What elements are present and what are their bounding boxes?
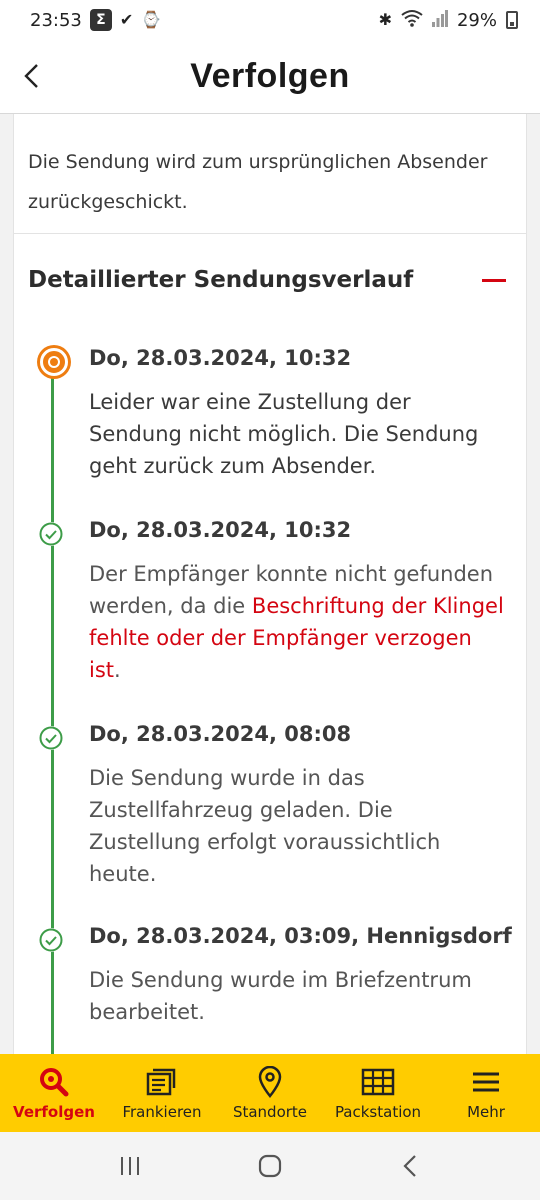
battery-icon <box>506 11 518 29</box>
back-arrow-icon <box>403 1155 416 1177</box>
nav-item-frankieren[interactable]: Frankieren <box>108 1054 216 1132</box>
chevron-left-icon <box>24 64 38 88</box>
nav-label: Standorte <box>232 1103 308 1121</box>
system-navigation-bar <box>0 1132 540 1200</box>
menu-icon <box>469 1065 503 1099</box>
page-title: Verfolgen <box>190 57 350 95</box>
current-status-icon <box>40 348 68 376</box>
search-icon <box>37 1065 71 1099</box>
wifi-icon <box>401 9 423 32</box>
event-date: Do, 28.03.2024, 10:32 <box>89 346 352 370</box>
home-button[interactable] <box>240 1141 300 1191</box>
bluetooth-icon: ✱ <box>378 10 392 29</box>
check-circle-icon <box>39 928 63 952</box>
event-description-suffix: . <box>114 658 121 682</box>
event-date: Do, 28.03.2024, 10:32 <box>89 518 352 542</box>
packstation-icon <box>361 1065 395 1099</box>
back-button[interactable] <box>12 56 52 96</box>
sigma-icon: Σ <box>89 9 112 31</box>
system-back-button[interactable] <box>380 1141 440 1191</box>
event-description: Die Sendung wurde im Briefzentrum bearbe… <box>89 968 472 1024</box>
nav-label: Verfolgen <box>13 1103 95 1121</box>
collapse-minus-icon[interactable] <box>480 268 508 292</box>
status-bar-left: 23:53 Σ ✔ ⌚ <box>30 9 161 31</box>
battery-percent: 29% <box>456 9 497 31</box>
check-icon: ✔ <box>119 10 134 29</box>
recent-apps-button[interactable] <box>100 1141 160 1191</box>
event-date: Do, 28.03.2024, 03:09, Hennigsdorf <box>89 924 512 948</box>
app-bar: Verfolgen <box>0 40 540 114</box>
nav-label: Frankieren <box>122 1103 202 1121</box>
home-icon <box>258 1154 282 1178</box>
check-circle-icon <box>39 522 63 546</box>
stamp-icon <box>145 1065 179 1099</box>
event-description: Die Sendung wurde in das Zustellfahrzeug… <box>89 766 441 886</box>
status-time: 23:53 <box>30 9 82 31</box>
bottom-navigation: Verfolgen Frankieren Standorte Packstati… <box>0 1054 540 1132</box>
nav-label: Mehr <box>467 1103 505 1121</box>
recent-apps-icon <box>121 1157 139 1175</box>
status-card: Die Sendung wird zum ursprünglichen Abse… <box>13 114 527 234</box>
event-date: Do, 28.03.2024, 08:08 <box>89 722 352 746</box>
nav-item-mehr[interactable]: Mehr <box>432 1054 540 1132</box>
signal-icon <box>431 9 448 32</box>
nav-item-packstation[interactable]: Packstation <box>324 1054 432 1132</box>
status-message: Die Sendung wird zum ursprünglichen Abse… <box>28 151 488 213</box>
event-description: Leider war eine Zustellung der Sendung n… <box>89 390 479 478</box>
event-description: Der Empfänger konnte nicht gefunden werd… <box>89 558 509 686</box>
watch-icon: ⌚ <box>141 10 162 29</box>
location-pin-icon <box>253 1065 287 1099</box>
nav-item-verfolgen[interactable]: Verfolgen <box>0 1054 108 1132</box>
content-scroll-area[interactable]: Die Sendung wird zum ursprünglichen Abse… <box>0 114 540 1054</box>
history-card: Detaillierter Sendungsverlauf Do, 28.03.… <box>13 234 527 1054</box>
status-bar: 23:53 Σ ✔ ⌚ ✱ 29% <box>0 0 540 40</box>
history-header[interactable]: Detaillierter Sendungsverlauf <box>14 234 528 326</box>
nav-item-standorte[interactable]: Standorte <box>216 1054 324 1132</box>
check-circle-icon <box>39 726 63 750</box>
nav-label: Packstation <box>334 1103 422 1121</box>
history-title: Detaillierter Sendungsverlauf <box>28 267 414 293</box>
status-bar-right: ✱ 29% <box>379 9 518 32</box>
